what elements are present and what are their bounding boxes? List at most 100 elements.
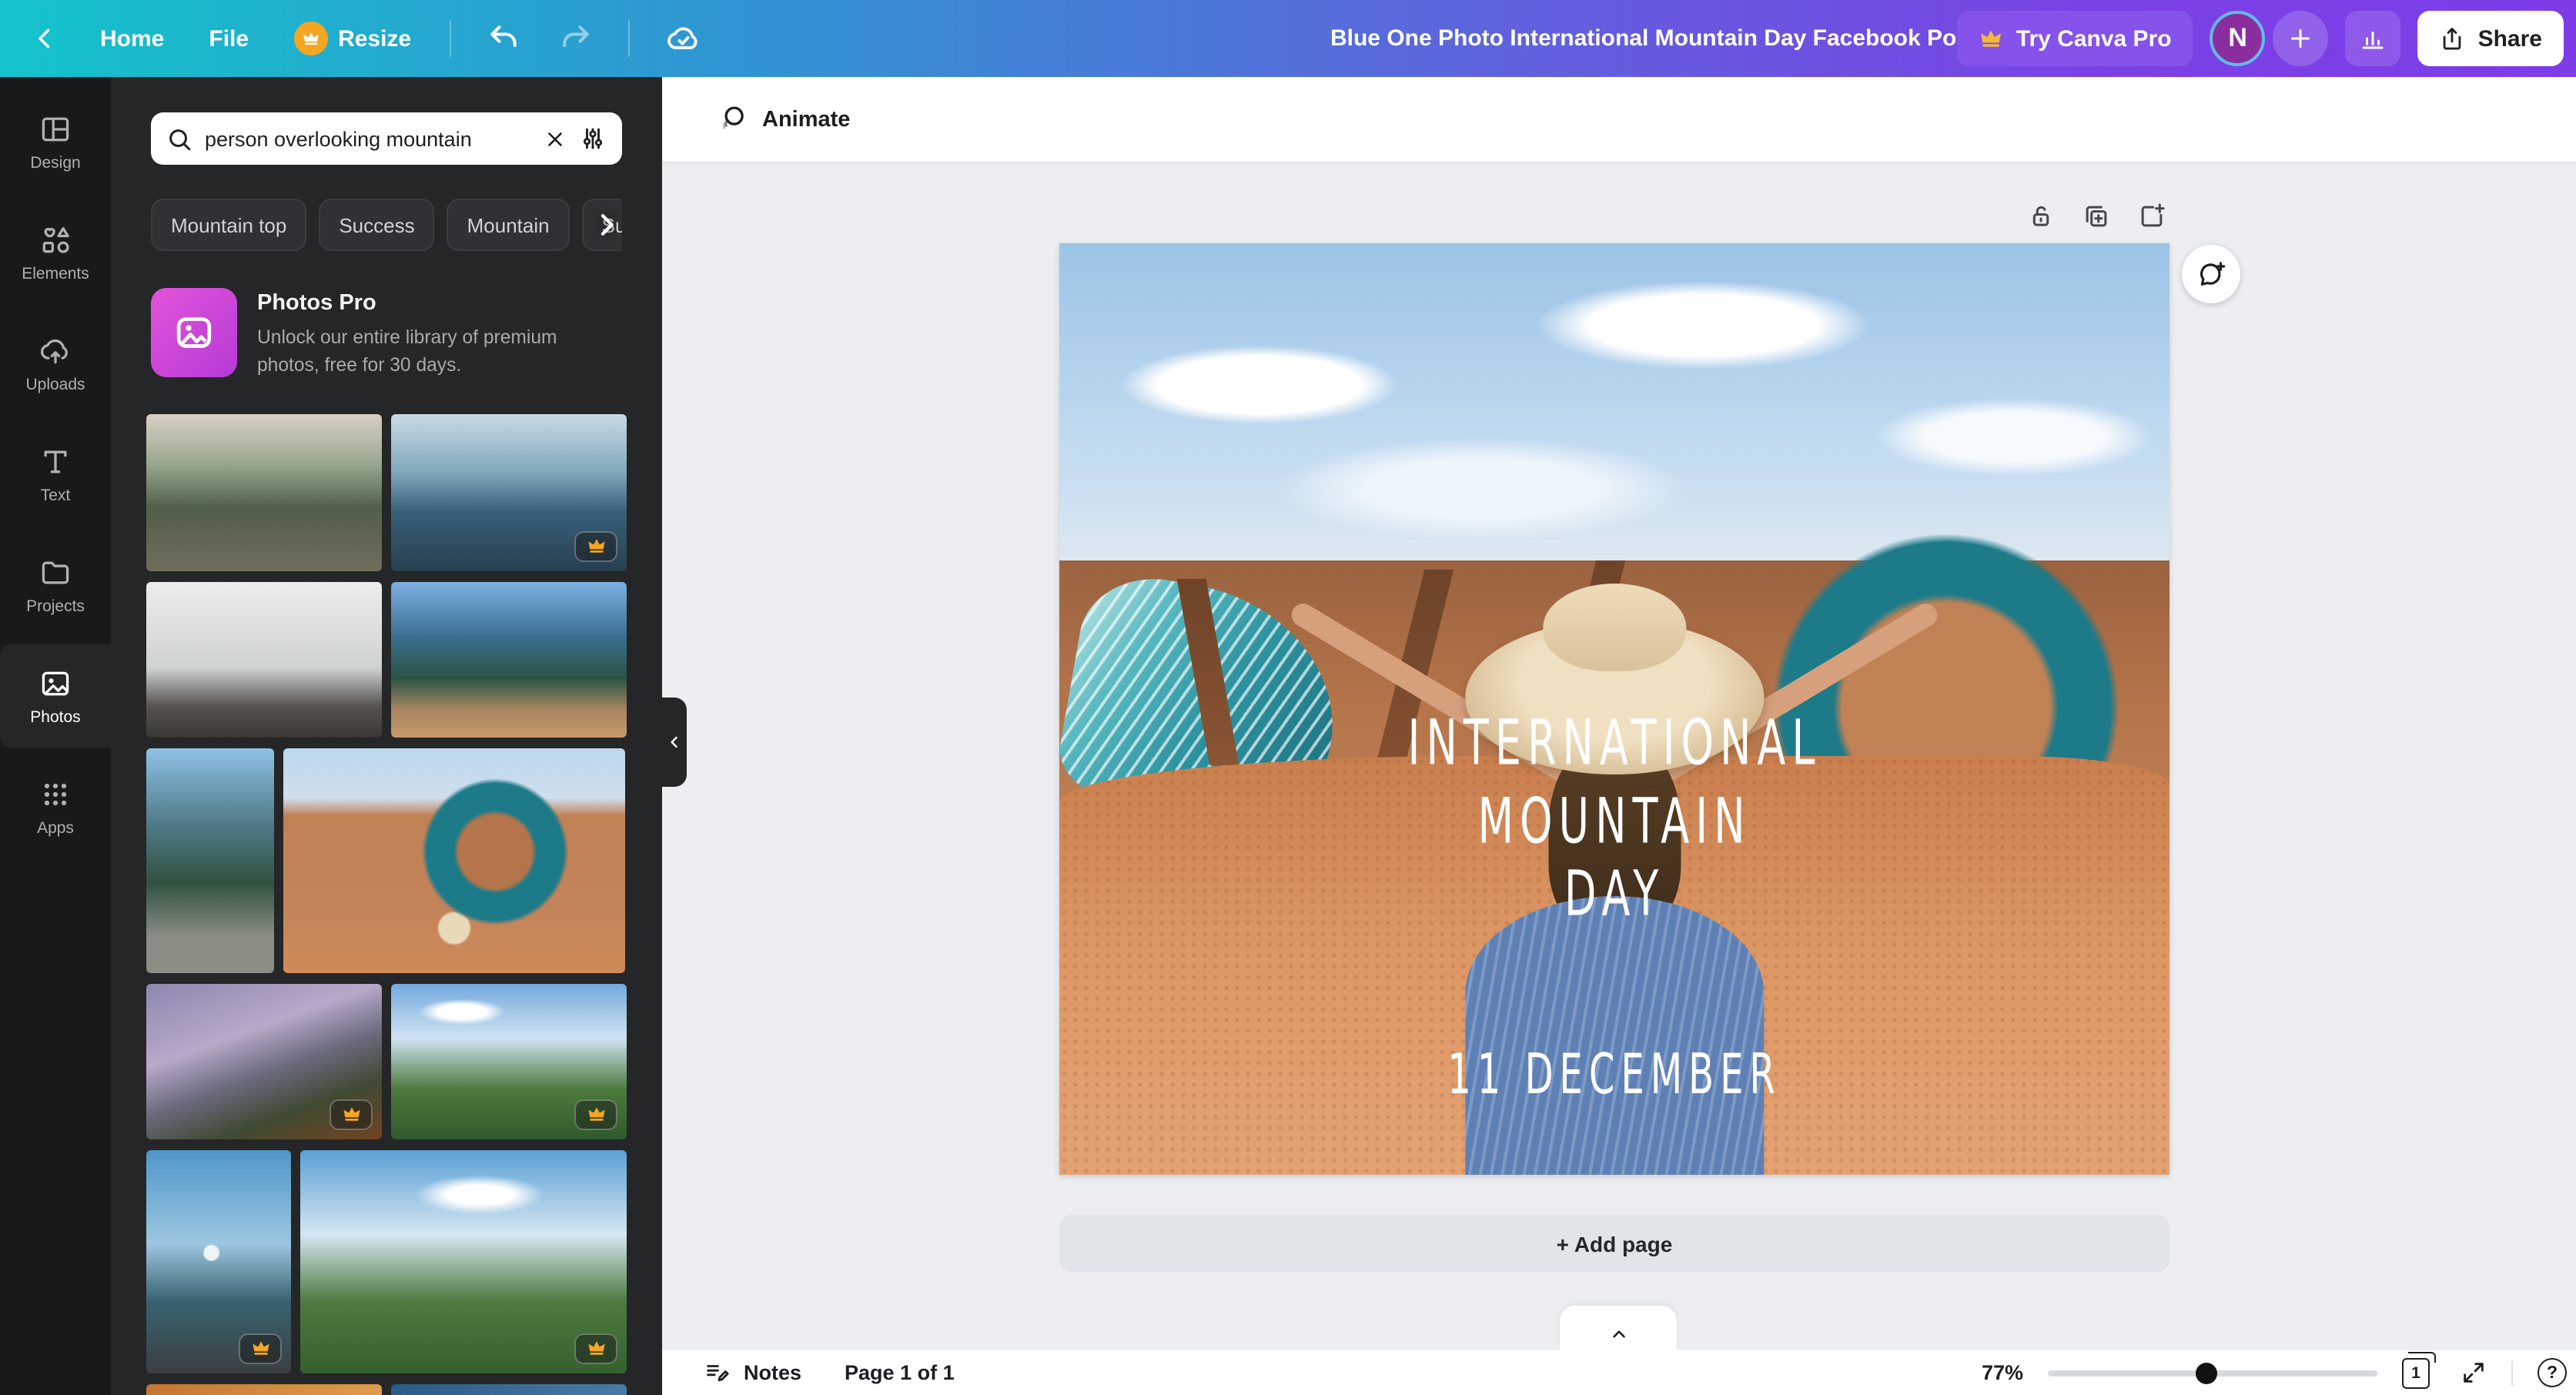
redo-button[interactable] <box>550 12 602 65</box>
top-bar: Home File Resize Blue One Photo Internat… <box>0 0 2576 77</box>
pro-badge <box>574 1333 617 1364</box>
sidebar-item-projects[interactable]: Projects <box>0 533 111 637</box>
photo-blue-landscape-partial[interactable] <box>391 1384 627 1395</box>
animate-label: Animate <box>762 107 850 132</box>
sidebar-item-label: Projects <box>26 597 85 615</box>
filter-icon[interactable] <box>579 125 607 152</box>
photos-pro-text: Photos Pro Unlock our entire library of … <box>257 288 580 380</box>
sidebar-item-apps[interactable]: Apps <box>0 754 111 859</box>
add-comment-button[interactable] <box>2182 245 2240 303</box>
try-pro-label: Try Canva Pro <box>2016 25 2172 52</box>
unlock-icon[interactable] <box>2026 202 2056 231</box>
search-input[interactable] <box>205 127 531 150</box>
crown-icon <box>586 1339 606 1359</box>
try-canva-pro-button[interactable]: Try Canva Pro <box>1958 11 2193 66</box>
chip-success[interactable]: Success <box>319 199 434 251</box>
add-page-button[interactable]: + Add page <box>1059 1215 2170 1272</box>
home-button[interactable]: Home <box>88 16 176 61</box>
design-title[interactable]: Blue One Photo International Mountain Da… <box>1330 25 1977 52</box>
resize-button[interactable]: Resize <box>281 12 423 65</box>
back-button[interactable] <box>22 15 68 62</box>
sidebar-item-photos[interactable]: Photos <box>0 644 111 748</box>
animate-button[interactable]: Animate <box>704 94 862 145</box>
photos-panel: Mountain top Success Mountain Su Photos … <box>111 77 662 1395</box>
undo-button[interactable] <box>477 12 530 65</box>
top-bar-left: Home File Resize <box>0 11 711 66</box>
chip-mountain[interactable]: Mountain <box>447 199 570 251</box>
photo-woman-by-alpine-lake[interactable] <box>146 414 382 571</box>
photo-row <box>146 984 627 1139</box>
sidebar-item-text[interactable]: Text <box>0 422 111 527</box>
photo-results-grid <box>146 414 627 1395</box>
text-icon <box>38 444 72 478</box>
photo-row <box>146 1384 627 1395</box>
photo-hand-catching-drone-lake[interactable] <box>146 1150 291 1373</box>
photo-hiker-with-hat-mountain-valley[interactable] <box>146 748 274 973</box>
clear-search-icon[interactable] <box>544 127 567 150</box>
add-page-icon[interactable] <box>2137 202 2166 231</box>
photos-icon <box>38 666 72 700</box>
chip-label: Mountain top <box>171 213 286 236</box>
chevron-left-icon <box>31 25 59 52</box>
insights-button[interactable] <box>2346 11 2401 66</box>
sidebar-item-label: Design <box>30 153 80 172</box>
photo-hiker-in-fog[interactable] <box>146 582 382 738</box>
fullscreen-button[interactable] <box>2461 1360 2487 1386</box>
file-menu-button[interactable]: File <box>196 16 261 61</box>
chip-label: Mountain <box>467 213 550 236</box>
photo-mountain-town-green-valley[interactable] <box>300 1150 627 1373</box>
toolbar-collapse-tab[interactable] <box>1560 1306 1677 1350</box>
chips-scroll-right-icon[interactable] <box>591 209 622 240</box>
photo-woman-arms-raised-horseshoe-bend[interactable] <box>283 748 625 973</box>
comment-plus-icon <box>2196 259 2226 289</box>
design-canvas-page[interactable]: INTERNATIONAL MOUNTAIN DAY 11 DECEMBER <box>1059 243 2170 1175</box>
design-text-line[interactable]: MOUNTAIN <box>1477 788 1751 859</box>
elements-icon <box>38 222 72 256</box>
status-bar-right: 77% 1 ? <box>1982 1357 2576 1388</box>
account-avatar[interactable]: N <box>2210 11 2266 66</box>
notes-label: Notes <box>744 1361 801 1384</box>
photo-row <box>146 414 627 571</box>
help-button[interactable]: ? <box>2538 1358 2567 1387</box>
photos-pro-title: Photos Pro <box>257 291 580 316</box>
notes-button[interactable]: Notes <box>662 1360 801 1386</box>
share-button[interactable]: Share <box>2418 11 2564 66</box>
panel-collapse-handle[interactable] <box>662 698 687 787</box>
save-status-button[interactable] <box>656 11 711 66</box>
page-actions <box>2026 202 2166 231</box>
zoom-slider[interactable] <box>2048 1370 2377 1376</box>
pro-badge <box>330 1099 373 1130</box>
design-woman-dress <box>1464 895 1764 1175</box>
search-suggestion-chips: Mountain top Success Mountain Su <box>151 199 622 251</box>
design-text-date[interactable]: 11 DECEMBER <box>1447 1042 1781 1107</box>
top-bar-right: Try Canva Pro N Share <box>1958 11 2564 66</box>
share-label: Share <box>2478 25 2542 52</box>
photo-woman-sitting-on-mountain-ridge[interactable] <box>391 414 627 571</box>
zoom-slider-thumb[interactable] <box>2195 1362 2216 1383</box>
chip-mountain-top[interactable]: Mountain top <box>151 199 306 251</box>
zoom-level[interactable]: 77% <box>1982 1361 2023 1384</box>
add-page-label: + Add page <box>1557 1231 1673 1256</box>
sidebar-item-uploads[interactable]: Uploads <box>0 311 111 416</box>
photos-pro-banner[interactable]: Photos Pro Unlock our entire library of … <box>151 288 622 380</box>
animate-icon <box>716 103 748 135</box>
design-text-line[interactable]: INTERNATIONAL <box>1408 709 1822 781</box>
home-label: Home <box>100 25 164 52</box>
pro-badge <box>574 1099 617 1130</box>
undo-icon <box>487 22 520 55</box>
sidebar-item-design[interactable]: Design <box>0 89 111 194</box>
design-icon <box>38 112 72 146</box>
design-woman-hat-top <box>1542 584 1686 672</box>
page-number: 1 <box>2411 1363 2420 1382</box>
duplicate-page-icon[interactable] <box>2082 202 2111 231</box>
photo-person-on-viewing-platform[interactable] <box>391 582 627 738</box>
sidebar-item-elements[interactable]: Elements <box>0 200 111 305</box>
add-member-button[interactable] <box>2273 11 2329 66</box>
photo-orange-landscape-partial[interactable] <box>146 1384 382 1395</box>
photo-green-mountain-overlook[interactable] <box>391 984 627 1139</box>
photo-row <box>146 582 627 738</box>
photo-stormy-autumn-valley[interactable] <box>146 984 382 1139</box>
design-text-line[interactable]: DAY <box>1564 860 1664 932</box>
grid-view-button[interactable]: 1 <box>2402 1357 2430 1388</box>
notes-icon <box>704 1360 730 1386</box>
